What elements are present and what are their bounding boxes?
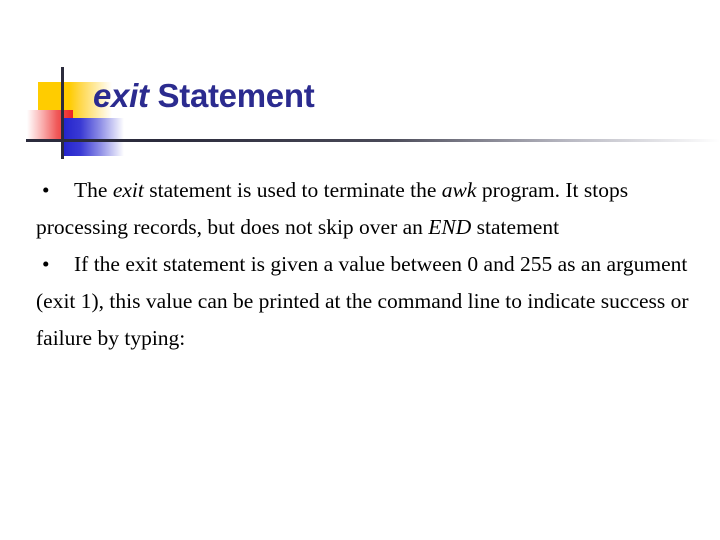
red-square-decoration [27, 110, 73, 139]
plain-text: The [74, 178, 113, 202]
bullet-marker: • [42, 252, 50, 276]
page-title-keyword: exit [93, 77, 149, 114]
page-title: exit Statement [93, 76, 315, 116]
emphasis-text: exit [112, 178, 144, 202]
blue-square-decoration [62, 118, 124, 156]
plain-text: If the exit statement is given a value b… [36, 252, 689, 350]
bullet-text: If the exit statement is given a value b… [36, 252, 689, 350]
emphasis-text: END [428, 215, 472, 239]
plain-text: statement is used to terminate the [143, 178, 442, 202]
vertical-rule-decoration [61, 67, 64, 159]
page-title-rest: Statement [148, 77, 315, 114]
slide-body: • The exit statement is used to terminate… [36, 172, 720, 357]
bullet-item: • If the exit statement is given a value … [36, 246, 720, 357]
plain-text: statement [471, 215, 560, 239]
bullet-marker: • [42, 178, 50, 202]
horizontal-rule-decoration [26, 139, 720, 142]
bullet-text: The exit statement is used to terminate … [36, 178, 628, 239]
bullet-item: • The exit statement is used to terminate… [36, 172, 720, 246]
slide-canvas: exit Statement • The exit statement is us… [0, 0, 720, 540]
emphasis-text: awk [441, 178, 477, 202]
